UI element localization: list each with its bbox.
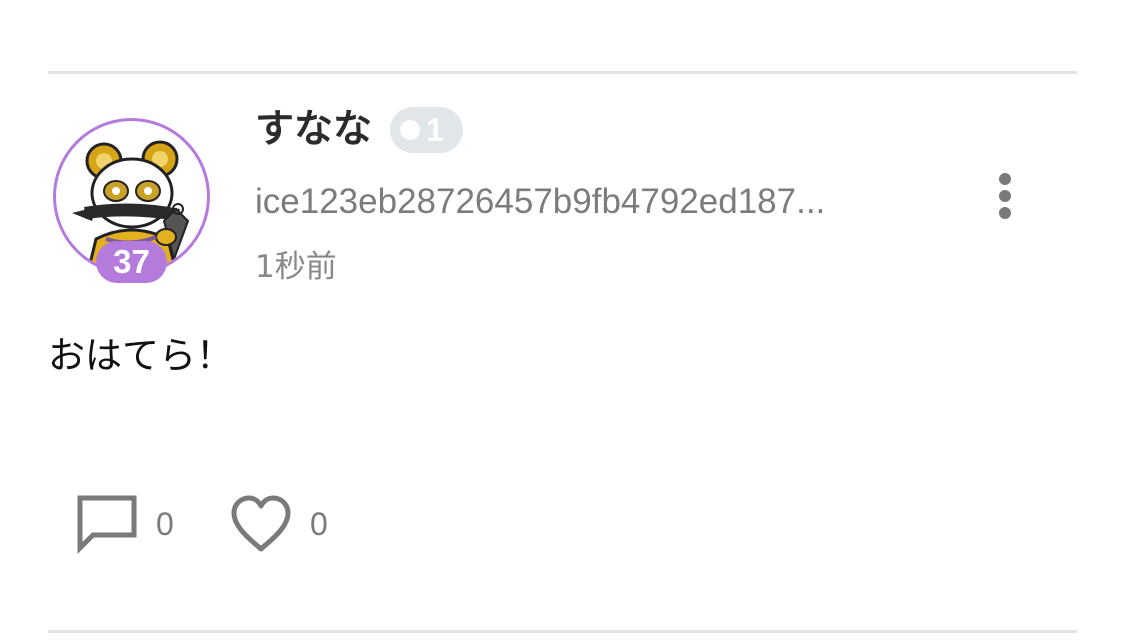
comment-button[interactable]: 0 <box>76 492 174 556</box>
comment-icon <box>77 495 137 555</box>
dot-icon <box>400 120 420 140</box>
comment-count: 0 <box>156 505 174 542</box>
status-badge-count: 1 <box>426 112 444 148</box>
level-badge: 37 <box>96 241 167 283</box>
heart-icon <box>231 495 291 552</box>
avatar-container[interactable]: 37 <box>53 118 210 283</box>
like-count: 0 <box>310 505 328 542</box>
like-button[interactable]: 0 <box>230 492 328 556</box>
divider-top <box>48 71 1077 74</box>
status-badge: 1 <box>390 107 463 153</box>
user-id: ice123eb28726457b9fb4792ed187... <box>255 182 826 221</box>
divider-bottom <box>48 630 1077 633</box>
post-card: 37 すなな 1 ice123eb28726457b9fb4792ed187..… <box>0 0 1124 641</box>
post-body: おはてら！ <box>48 334 233 377</box>
more-vertical-icon-dot <box>999 190 1011 202</box>
timestamp: 1秒前 <box>255 249 337 285</box>
username[interactable]: すなな <box>255 103 372 157</box>
more-vertical-icon-dot <box>999 207 1011 219</box>
more-options-button[interactable] <box>982 168 1028 224</box>
more-vertical-icon <box>999 173 1011 185</box>
